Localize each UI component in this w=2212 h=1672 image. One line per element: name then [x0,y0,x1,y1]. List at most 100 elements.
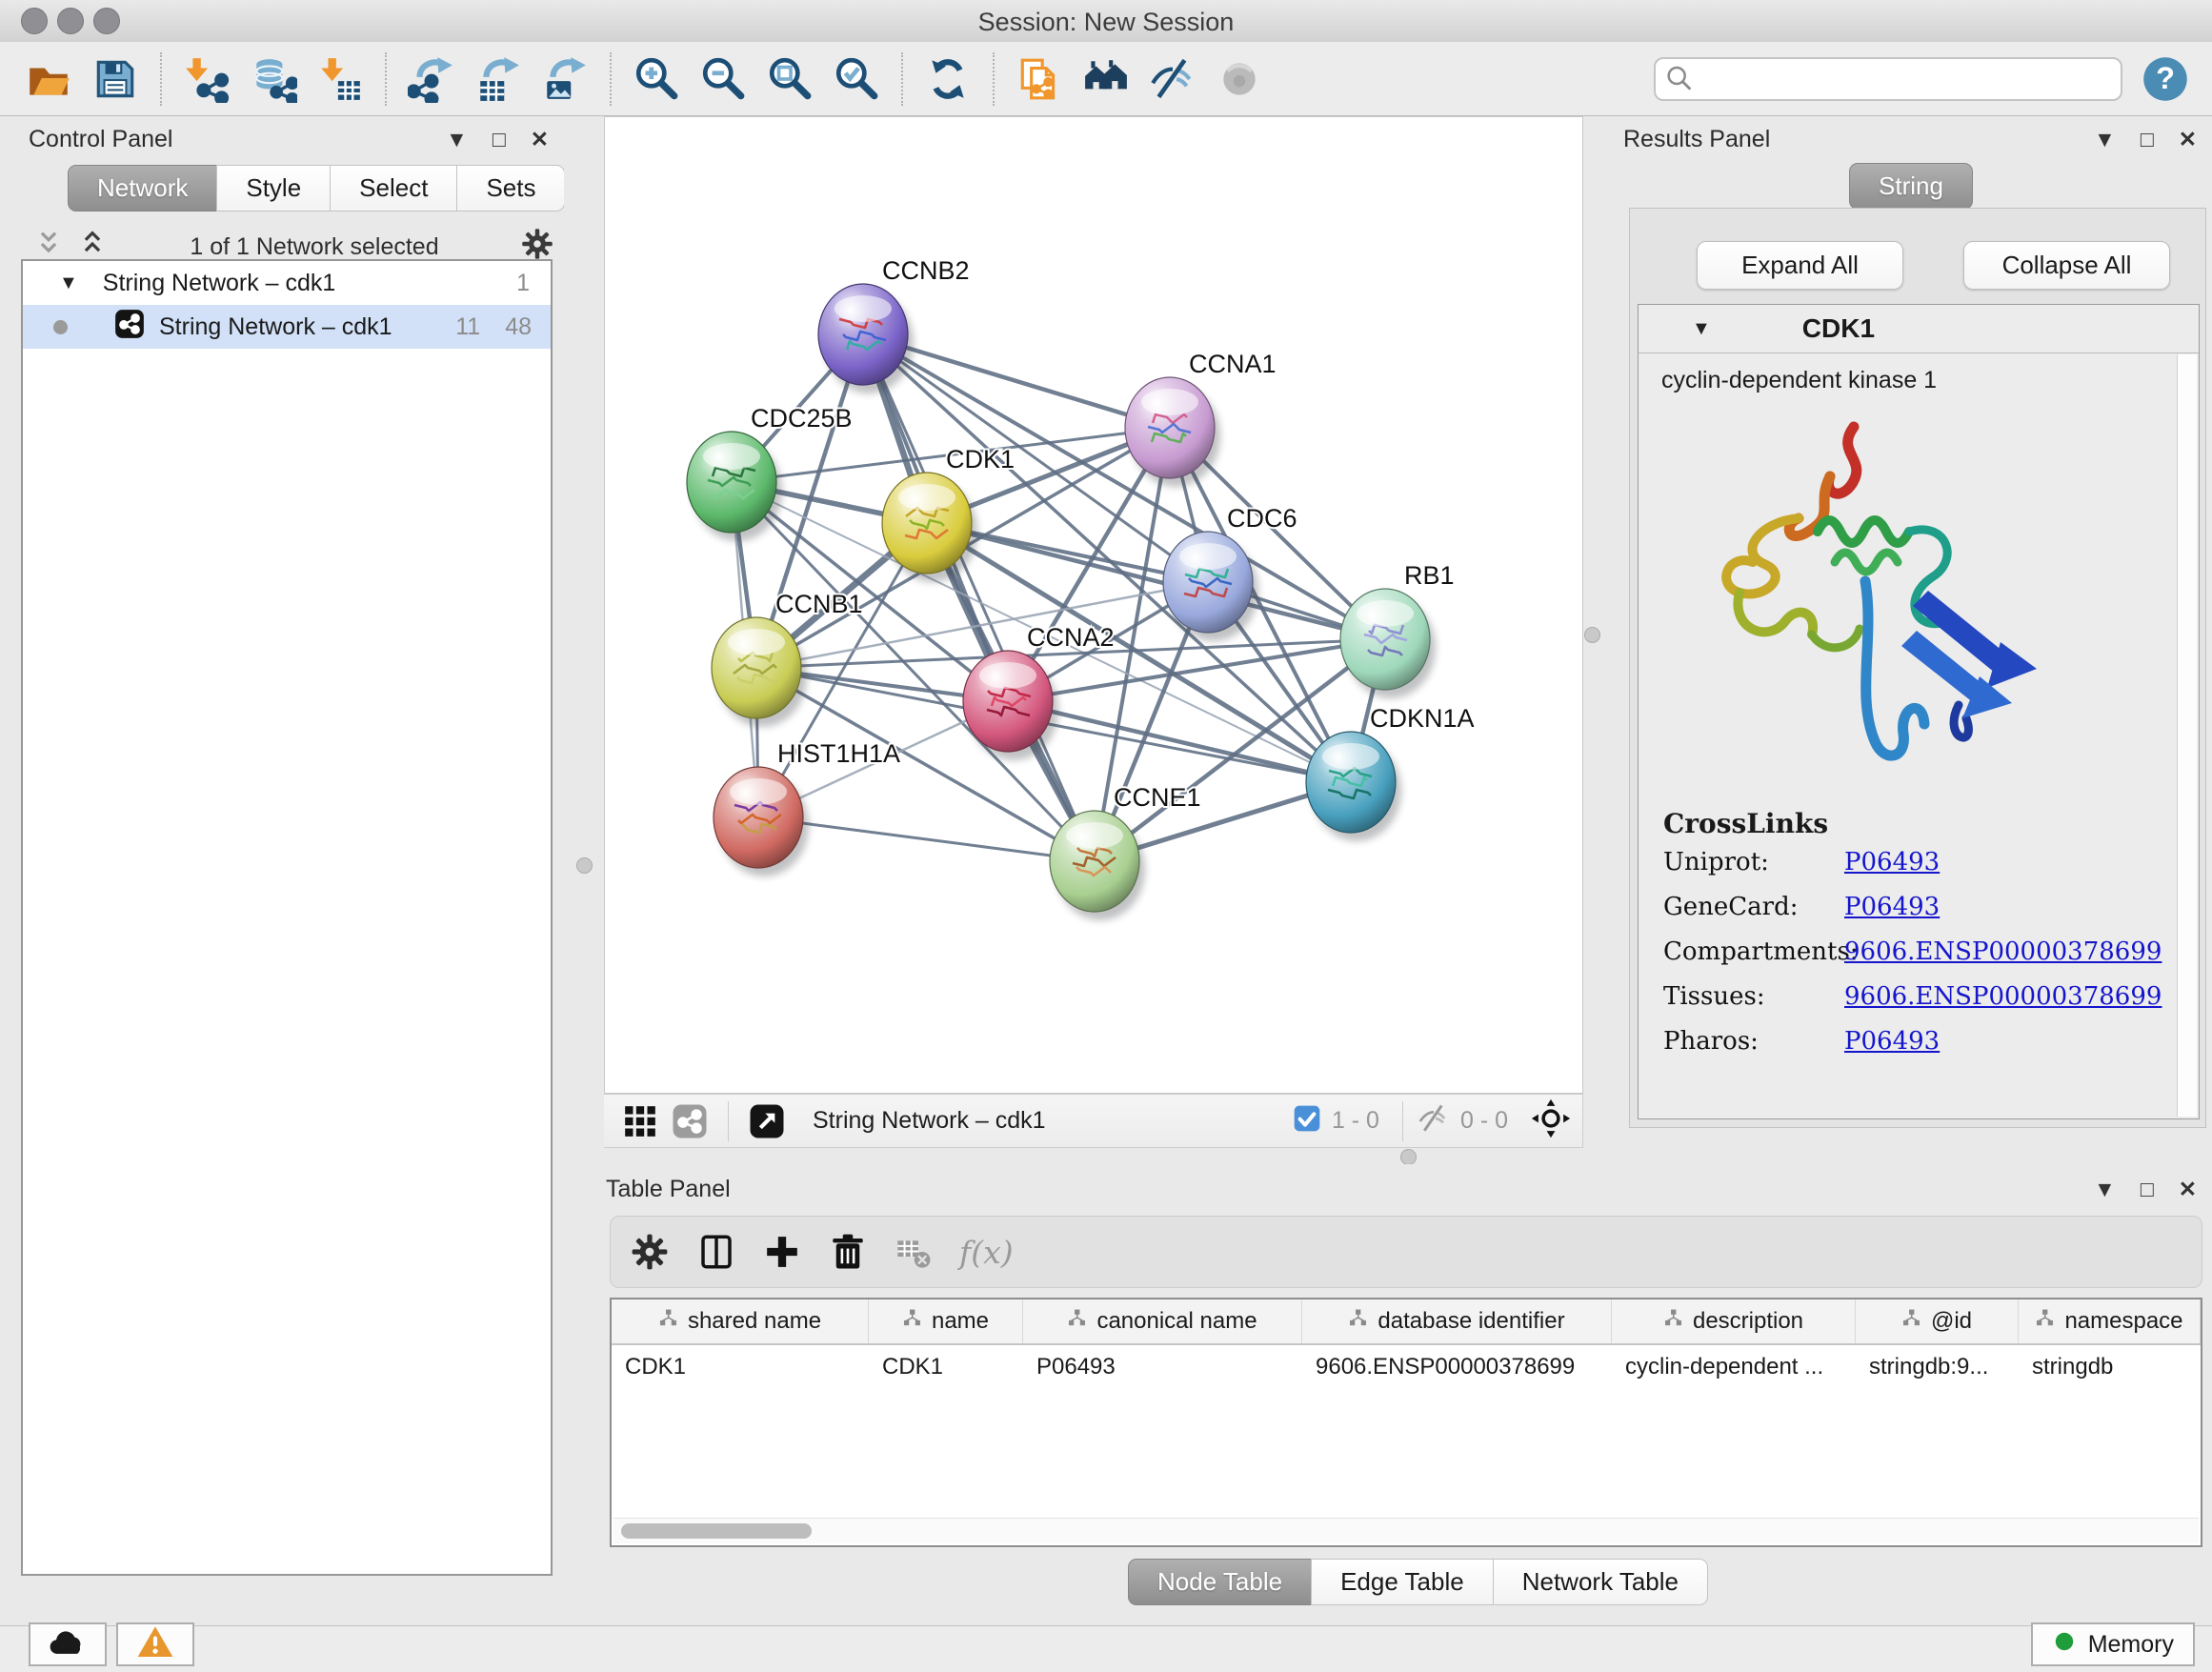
table-cell[interactable]: CDK1 [869,1345,1023,1389]
left-splitter-handle[interactable] [576,857,593,874]
tab-style[interactable]: Style [216,165,331,212]
results-panel-close-icon[interactable]: ✕ [2179,129,2197,151]
tab-node-table[interactable]: Node Table [1128,1559,1312,1605]
column-header-id[interactable]: @id [1856,1299,2019,1343]
crosslink-link[interactable]: P06493 [1844,1027,1940,1056]
show-columns-icon[interactable] [696,1232,736,1272]
table-panel-float-icon[interactable]: □ [2141,1178,2154,1200]
network-collection-row[interactable]: ▼ String Network – cdk1 1 [23,261,551,305]
crosslink-label: Uniprot: [1663,848,1844,876]
table-cell[interactable]: stringdb [2019,1345,2201,1389]
network-view-title: String Network – cdk1 [813,1107,1046,1135]
tab-sets[interactable]: Sets [456,165,565,212]
help-button[interactable]: ? [2140,53,2191,105]
results-panel-collapse-icon[interactable]: ▼ [2094,129,2116,151]
zoom-selected-button[interactable] [828,50,885,109]
expand-all-button[interactable]: Expand All [1697,241,1903,290]
network-row[interactable]: String Network – cdk1 11 48 [23,305,551,349]
save-session-button[interactable] [87,50,144,109]
cloud-button[interactable] [29,1622,107,1666]
results-panel-float-icon[interactable]: □ [2141,129,2154,151]
export-network-button[interactable] [403,50,460,109]
table-cell[interactable]: stringdb:9... [1856,1345,2019,1389]
tab-string[interactable]: String [1849,163,1973,210]
column-header-description[interactable]: description [1612,1299,1856,1343]
tab-network[interactable]: Network [68,165,217,212]
crosslink-link[interactable]: 9606.ENSP00000378699 [1844,937,2162,966]
network-node-RB1: RB1 [1340,561,1455,698]
new-network-from-selection-button[interactable] [1011,50,1068,109]
results-panel-title: Results Panel [1623,126,1770,153]
create-column-icon[interactable] [763,1233,801,1271]
export-image-button[interactable] [536,50,593,109]
tab-network-table[interactable]: Network Table [1493,1559,1708,1605]
tab-edge-table[interactable]: Edge Table [1311,1559,1494,1605]
table-cell[interactable]: CDK1 [612,1345,869,1389]
table-hscrollbar-thumb[interactable] [621,1523,812,1539]
column-header-sharedname[interactable]: shared name [612,1299,869,1343]
birds-eye-view-icon[interactable] [1531,1098,1571,1143]
import-network-from-file-button[interactable] [178,50,235,109]
network-canvas[interactable]: CCNB2CCNA1CDC25BCDK1CDC6RB1CCNB1CCNA2CDK… [604,116,1583,1094]
control-panel-collapse-icon[interactable]: ▼ [446,129,468,151]
table-row[interactable]: CDK1CDK1P064939606.ENSP00000378699cyclin… [612,1345,2201,1389]
column-header-databaseidentifier[interactable]: database identifier [1302,1299,1612,1343]
network-node-CCNA1: CCNA1 [1125,350,1277,487]
column-header-canonicalname[interactable]: canonical name [1023,1299,1302,1343]
crosslink-link[interactable]: 9606.ENSP00000378699 [1844,982,2162,1011]
selected-items-checkbox-icon[interactable] [1292,1103,1322,1138]
column-header-name[interactable]: name [869,1299,1023,1343]
network-collection-label: String Network – cdk1 [103,270,336,297]
crosslink-link[interactable]: P06493 [1844,848,1940,876]
crosslink-link[interactable]: P06493 [1844,893,1940,921]
network-node-CDK1: CDK1 [882,445,1015,582]
memory-button[interactable]: Memory [2031,1622,2195,1666]
bottom-splitter-handle[interactable] [1400,1149,1417,1165]
crosslink-row: Tissues:9606.ENSP00000378699 [1639,974,2172,1018]
export-table-button[interactable] [470,50,527,109]
collapse-all-button[interactable]: Collapse All [1963,241,2170,290]
open-file-button[interactable] [20,50,77,109]
import-network-from-database-button[interactable] [245,50,302,109]
column-header-label: namespace [2064,1308,2182,1335]
zoom-out-button[interactable] [694,50,752,109]
table-panel-close-icon[interactable]: ✕ [2179,1178,2197,1200]
import-table-from-file-button[interactable] [312,50,369,109]
tree-expand-icon[interactable]: ▼ [59,272,78,294]
delete-column-icon[interactable] [828,1232,868,1272]
network-view-icon[interactable] [671,1102,709,1140]
zoom-fit-button[interactable] [761,50,818,109]
column-header-label: shared name [688,1308,821,1335]
network-current-dot [53,320,68,334]
search-input[interactable] [1654,57,2122,101]
control-panel-float-icon[interactable]: □ [493,129,506,151]
table-hscrollbar[interactable] [613,1518,2199,1543]
network-node-CCNB2: CCNB2 [818,256,970,393]
zoom-in-button[interactable] [628,50,685,109]
column-header-namespace[interactable]: namespace [2019,1299,2201,1343]
detach-view-icon[interactable] [748,1102,786,1140]
right-splitter[interactable] [1583,116,1600,1148]
network-edge-count: 48 [505,313,532,341]
table-cell[interactable]: 9606.ENSP00000378699 [1302,1345,1612,1389]
table-options-gear-icon[interactable] [630,1232,670,1272]
tab-select[interactable]: Select [330,165,457,212]
table-cell[interactable]: cyclin-dependent ... [1612,1345,1856,1389]
string-protein-query-button[interactable] [1077,50,1135,109]
network-type-icon [113,308,146,347]
column-header-label: canonical name [1096,1308,1257,1335]
hide-graphics-details-button[interactable] [1144,50,1201,109]
cdk1-collapse-icon[interactable]: ▼ [1692,318,1711,340]
bottom-splitter[interactable] [564,1148,2212,1164]
table-cell[interactable]: P06493 [1023,1345,1302,1389]
right-splitter-handle[interactable] [1584,627,1600,643]
column-type-icon [1663,1308,1683,1335]
warnings-button[interactable] [116,1622,194,1666]
control-panel-close-icon[interactable]: ✕ [531,129,549,151]
table-panel-collapse-icon[interactable]: ▼ [2094,1178,2116,1200]
warning-icon [136,1623,174,1666]
show-grid-icon[interactable] [621,1102,659,1140]
column-type-icon [902,1308,922,1335]
update-network-button[interactable] [919,50,976,109]
results-scrollbar[interactable] [2177,354,2197,1117]
